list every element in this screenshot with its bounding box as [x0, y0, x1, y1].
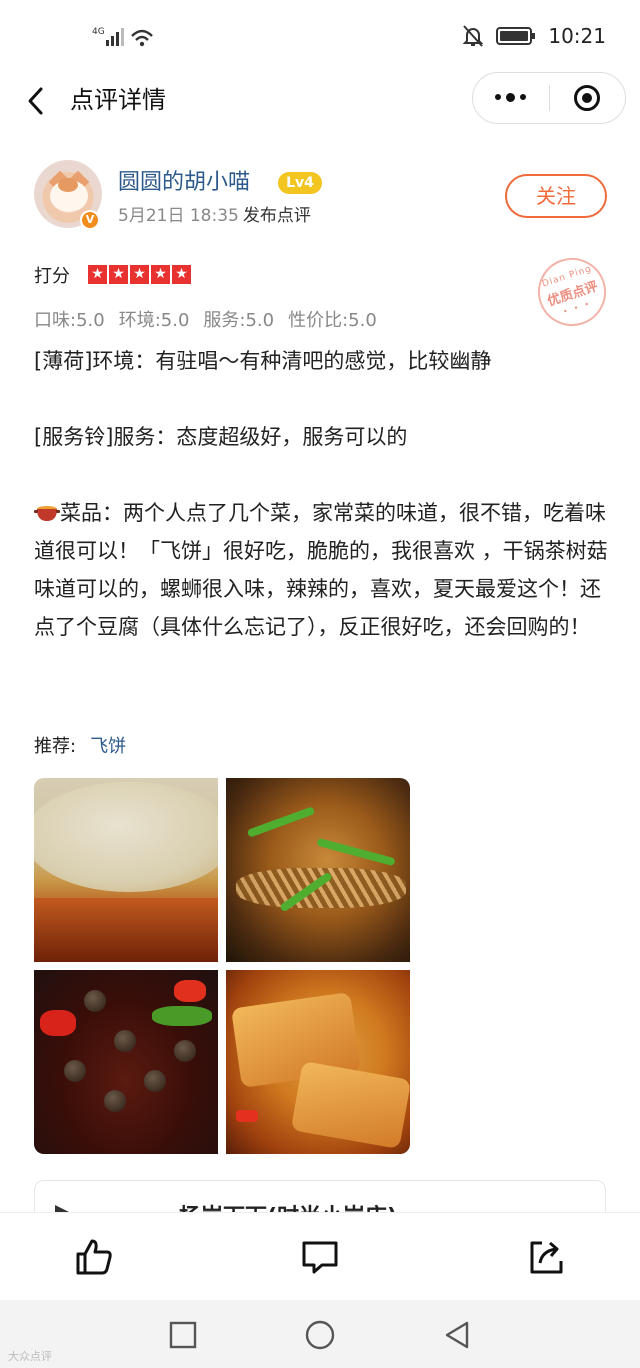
target-icon — [574, 85, 601, 111]
post-time: 5月21日 18:35 — [118, 206, 239, 226]
recommend-label: 推荐: — [34, 736, 77, 757]
photo-grid — [34, 778, 410, 1154]
photo-tofu[interactable] — [226, 970, 410, 1154]
home-button[interactable] — [303, 1318, 337, 1352]
system-back-button[interactable] — [440, 1318, 474, 1352]
status-bar: 4G 10:21 — [0, 0, 640, 72]
level-badge: Lv4 — [278, 172, 322, 194]
hotpot-emoji-icon — [34, 506, 60, 521]
comment-icon — [302, 1241, 338, 1274]
action-bar — [0, 1212, 640, 1300]
back-button[interactable] — [20, 84, 50, 118]
star-icon: ★ — [109, 265, 128, 284]
follow-button[interactable]: 关注 — [505, 174, 607, 218]
review-paragraph: [薄荷]环境：有驻唱～有种清吧的感觉，比较幽静 — [34, 349, 492, 373]
review-body: [薄荷]环境：有驻唱～有种清吧的感觉，比较幽静 [服务铃]服务：态度超级好，服务… — [34, 342, 612, 646]
quality-review-stamp: Dian Ping 优质点评 • • • — [529, 249, 615, 335]
photo-snails[interactable] — [34, 970, 218, 1154]
battery-icon — [496, 27, 536, 45]
recents-button[interactable] — [166, 1318, 200, 1352]
verified-badge: V — [80, 210, 100, 230]
star-icon: ★ — [172, 265, 191, 284]
more-dots-icon — [495, 93, 527, 102]
nav-bar: 点评详情 — [0, 72, 640, 128]
sub-scores: 口味:5.0 环境:5.0 服务:5.0 性价比:5.0 — [34, 308, 377, 334]
share-icon — [530, 1241, 563, 1274]
triangle-back-icon — [445, 1321, 469, 1349]
recommend-row: 推荐: 飞饼 — [34, 734, 126, 760]
share-button[interactable] — [524, 1235, 568, 1279]
star-icon: ★ — [88, 265, 107, 284]
review-paragraph: 菜品：两个人点了几个菜，家常菜的味道，很不错，吃着味道很可以！「飞饼」很好吃，脆… — [34, 501, 608, 639]
star-icon: ★ — [130, 265, 149, 284]
review-paragraph: [服务铃]服务：态度超级好，服务可以的 — [34, 425, 408, 449]
more-button[interactable] — [473, 73, 549, 123]
thumbs-up-icon — [76, 1239, 112, 1275]
miniprogram-capsule — [472, 72, 626, 124]
chevron-left-icon — [28, 87, 43, 115]
value-score: 性价比:5.0 — [288, 310, 377, 331]
recommend-dish-link[interactable]: 飞饼 — [90, 736, 126, 757]
score-label: 打分 — [34, 266, 70, 287]
star-rating: ★ ★ ★ ★ ★ — [88, 265, 191, 284]
post-action: 发布点评 — [242, 206, 311, 226]
username[interactable]: 圆圆的胡小喵 — [118, 168, 250, 198]
watermark: 大众点评 — [8, 1350, 52, 1363]
square-icon — [169, 1321, 197, 1349]
taste-score: 口味:5.0 — [34, 310, 105, 331]
system-nav-bar — [0, 1300, 640, 1368]
star-icon: ★ — [151, 265, 170, 284]
photo-tea-mushroom[interactable] — [226, 778, 410, 962]
post-meta: 5月21日 18:35 发布点评 — [118, 204, 311, 228]
page-title: 点评详情 — [70, 86, 166, 114]
environment-score: 环境:5.0 — [118, 310, 190, 331]
photo-flatbread[interactable] — [34, 778, 218, 962]
circle-icon — [305, 1320, 335, 1350]
mute-bell-icon — [462, 25, 484, 47]
clock: 10:21 — [548, 24, 606, 48]
comment-button[interactable] — [298, 1235, 342, 1279]
svg-text:4G: 4G — [92, 27, 105, 37]
signal-icon: 4G — [92, 27, 153, 47]
service-score: 服务:5.0 — [203, 310, 275, 331]
close-miniprogram-button[interactable] — [550, 73, 626, 123]
like-button[interactable] — [72, 1235, 116, 1279]
